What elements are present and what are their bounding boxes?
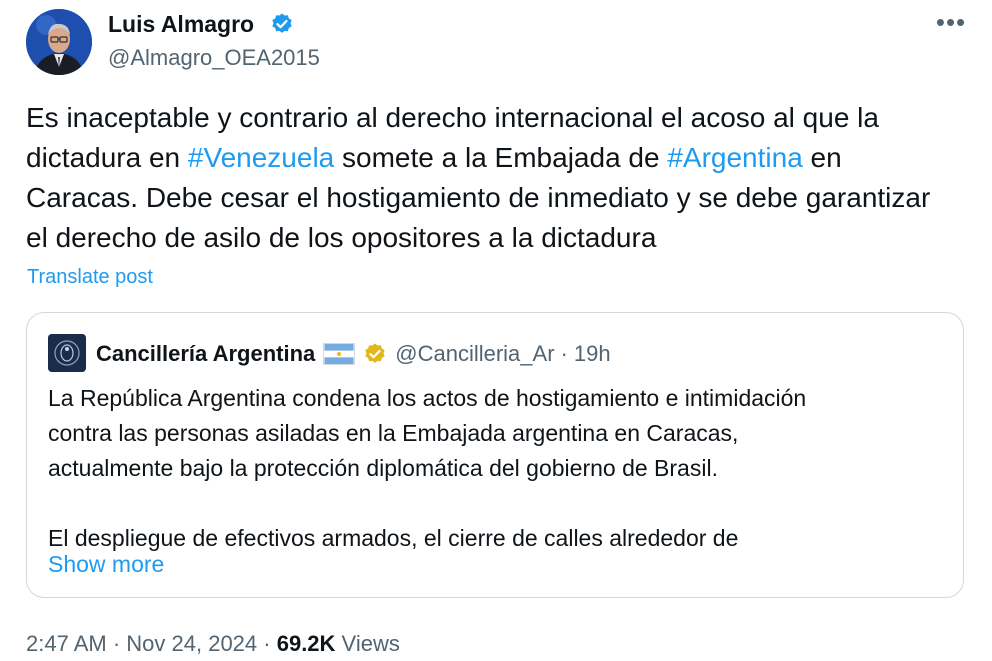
post-line: el derecho de asilo de los opositores a … bbox=[26, 218, 971, 258]
separator-dot: · bbox=[106, 631, 127, 656]
post-meta: 2:47 AM · Nov 24, 2024 · 69.2K Views bbox=[26, 630, 400, 658]
post-text: Es inaceptable y contrario al derecho in… bbox=[26, 98, 971, 258]
quote-header: Cancillería Argentina @Cancilleria_Ar · … bbox=[96, 339, 611, 369]
post-date[interactable]: Nov 24, 2024 bbox=[126, 631, 257, 656]
more-horizontal-icon[interactable]: ••• bbox=[933, 8, 969, 38]
post-text-segment: en bbox=[802, 142, 842, 173]
hashtag-argentina[interactable]: #Argentina bbox=[667, 142, 802, 173]
separator-dot: · bbox=[560, 341, 568, 366]
quote-text: La República Argentina condena los actos… bbox=[48, 381, 948, 556]
author-handle[interactable]: @Almagro_OEA2015 bbox=[108, 44, 320, 72]
post-text-segment: dictadura en bbox=[26, 142, 188, 173]
quote-author-name[interactable]: Cancillería Argentina bbox=[96, 341, 315, 367]
translate-post-link[interactable]: Translate post bbox=[27, 264, 153, 290]
blue-verified-icon[interactable] bbox=[270, 12, 294, 36]
post-text-segment: somete a la Embajada de bbox=[334, 142, 668, 173]
quote-avatar[interactable] bbox=[48, 334, 86, 372]
hashtag-venezuela[interactable]: #Venezuela bbox=[188, 142, 334, 173]
avatar-portrait bbox=[26, 9, 92, 75]
separator-dot: · bbox=[257, 631, 277, 656]
quote-timestamp[interactable]: 19h bbox=[574, 341, 611, 367]
post-text-segment: el derecho de asilo de los opositores a … bbox=[26, 222, 657, 253]
author-name[interactable]: Luis Almagro bbox=[108, 9, 254, 39]
post-line: Caracas. Debe cesar el hostigamiento de … bbox=[26, 178, 971, 218]
post-line: dictadura en #Venezuela somete a la Emba… bbox=[26, 138, 971, 178]
views-count: 69.2K bbox=[276, 631, 336, 656]
show-more-link[interactable]: Show more bbox=[48, 549, 164, 579]
quote-line: actualmente bajo la protección diplomáti… bbox=[48, 455, 718, 481]
quoted-post[interactable]: Cancillería Argentina @Cancilleria_Ar · … bbox=[26, 312, 964, 598]
avatar[interactable] bbox=[26, 9, 92, 75]
gold-verified-icon[interactable] bbox=[363, 342, 387, 366]
quote-line: La República Argentina condena los actos… bbox=[48, 385, 807, 411]
post-text-segment: Caracas. Debe cesar el hostigamiento de … bbox=[26, 182, 931, 213]
quote-line: contra las personas asiladas en la Embaj… bbox=[48, 420, 739, 446]
quote-author-handle[interactable]: @Cancilleria_Ar bbox=[395, 341, 554, 367]
views-label: Views bbox=[335, 631, 400, 656]
post-text-segment: Es inaceptable y contrario al derecho in… bbox=[26, 102, 879, 133]
argentina-flag bbox=[323, 343, 356, 365]
quote-line: El despliegue de efectivos armados, el c… bbox=[48, 525, 739, 551]
post-time[interactable]: 2:47 AM bbox=[26, 631, 107, 656]
tweet: Luis Almagro @Almagro_OEA2015 ••• Es ina… bbox=[0, 0, 992, 661]
post-line: Es inaceptable y contrario al derecho in… bbox=[26, 98, 971, 138]
